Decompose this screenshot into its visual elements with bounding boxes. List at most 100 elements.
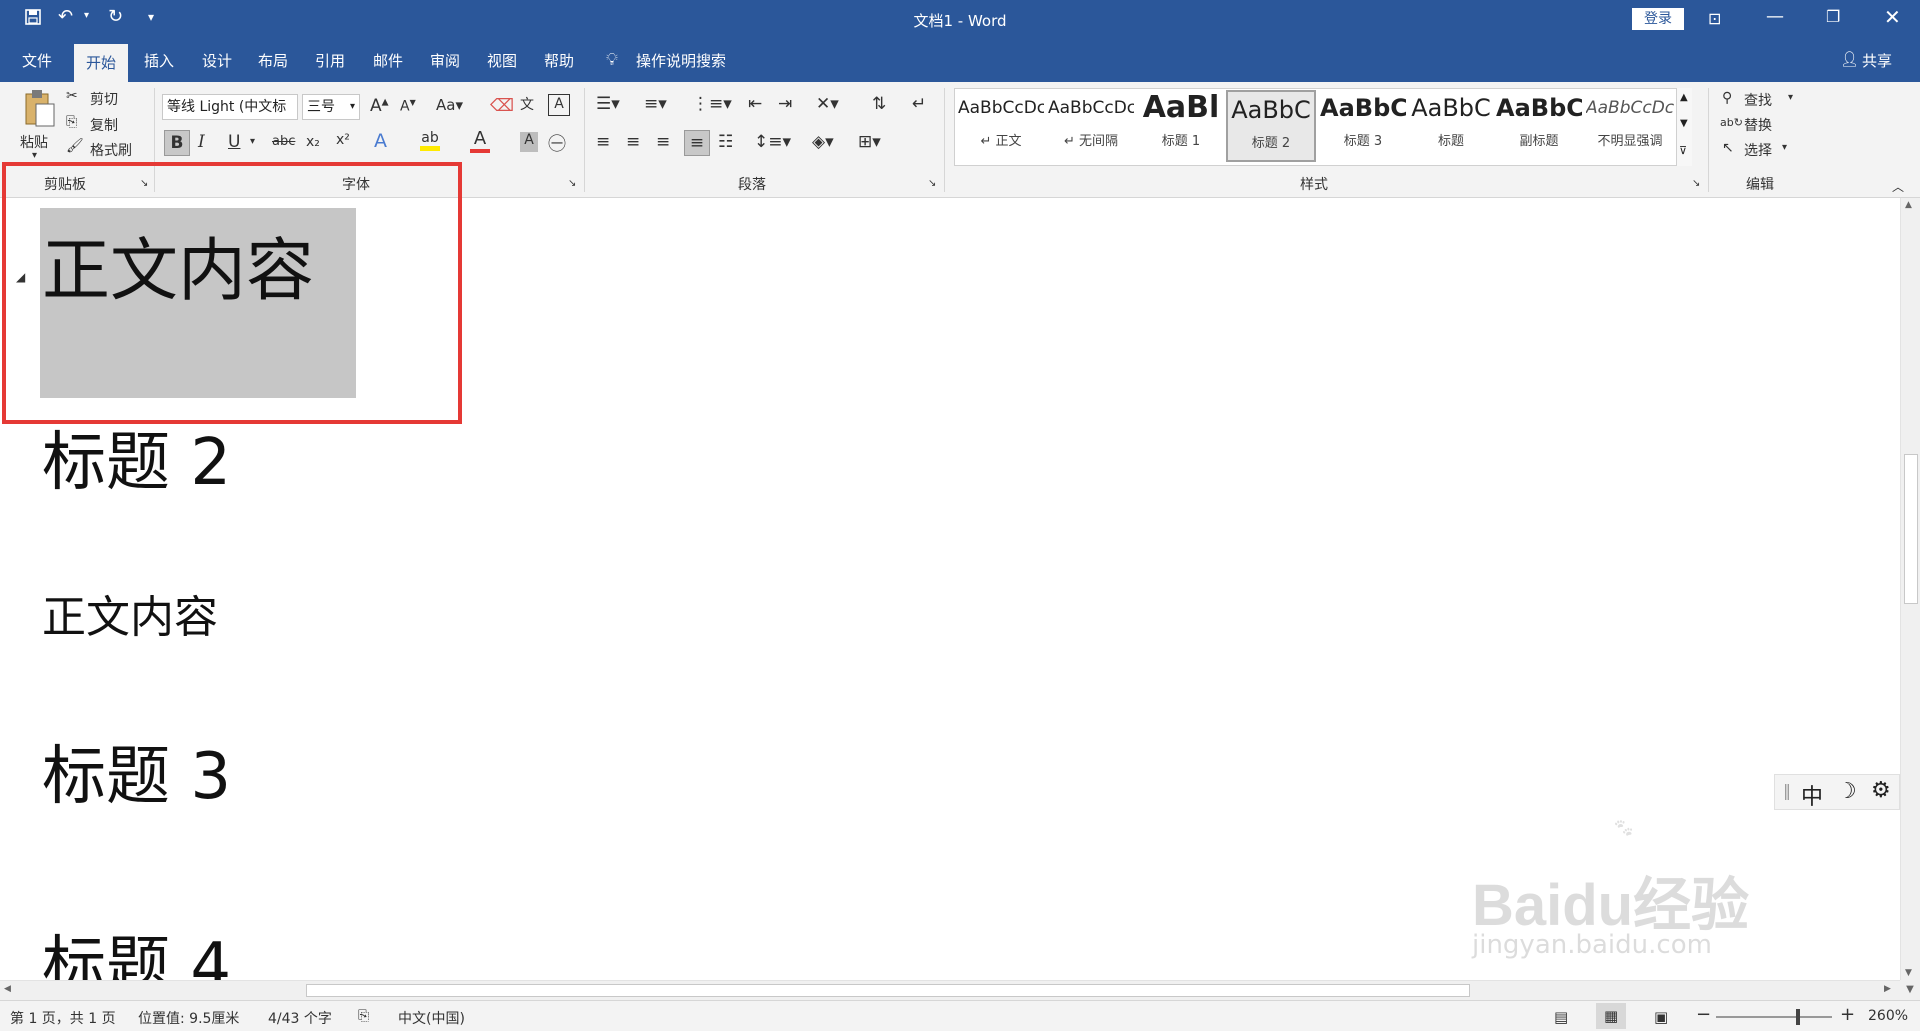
multilevel-list-icon[interactable]: ⋮≡▾ (692, 94, 732, 114)
paste-icon[interactable] (18, 88, 62, 132)
tab-references[interactable]: 引用 (315, 50, 345, 71)
find-button[interactable]: 查找 (1744, 90, 1772, 110)
scroll-end-icon[interactable]: ▼ (1900, 980, 1920, 1000)
zoom-slider-thumb[interactable] (1796, 1009, 1800, 1025)
find-dropdown-icon[interactable]: ▾ (1788, 92, 1793, 103)
document-paragraph[interactable]: 正文内容 (42, 232, 314, 312)
paragraph-dialog-launcher-icon[interactable]: ↘ (928, 178, 936, 189)
character-border-icon[interactable]: A (548, 94, 570, 116)
grow-font-icon[interactable]: A▲ (370, 96, 389, 116)
login-button[interactable]: 登录 (1632, 8, 1684, 30)
word-count[interactable]: 4/43 个字 (268, 1008, 332, 1028)
paste-dropdown-icon[interactable]: ▾ (32, 150, 37, 161)
style-heading-3[interactable]: AaBbC 标题 3 (1320, 90, 1406, 162)
web-layout-icon[interactable]: ▣ (1654, 1008, 1668, 1026)
shading-icon[interactable]: ◈▾ (812, 132, 834, 152)
paste-button[interactable]: 粘贴 (20, 132, 48, 152)
clear-formatting-icon[interactable]: ⌫ (490, 96, 514, 116)
underline-dropdown-icon[interactable]: ▾ (250, 136, 255, 147)
replace-icon[interactable]: ab↻ (1720, 116, 1743, 129)
print-layout-icon[interactable]: ▦ (1596, 1003, 1626, 1029)
share-icon[interactable]: 👤︎ (1840, 50, 1859, 68)
clipboard-dialog-launcher-icon[interactable]: ↘ (140, 178, 148, 189)
style-no-spacing[interactable]: AaBbCcDc ↵ 无间隔 (1048, 90, 1134, 162)
style-heading-2[interactable]: AaBbC 标题 2 (1226, 90, 1316, 162)
language-indicator[interactable]: 中文(中国) (398, 1008, 465, 1028)
superscript-icon[interactable]: x² (336, 132, 350, 148)
close-icon[interactable]: ✕ (1884, 5, 1901, 29)
text-effects-icon[interactable]: A (374, 130, 387, 152)
font-name-select[interactable]: 等线 Light (中文标 (162, 94, 298, 120)
phonetic-guide-icon[interactable]: 文 (520, 94, 534, 114)
horizontal-scrollbar[interactable]: ◀ ▶ (0, 980, 1900, 1000)
tab-home[interactable]: 开始 (74, 44, 129, 82)
bullets-icon[interactable]: ☰▾ (596, 94, 620, 114)
select-icon[interactable]: ↖ (1722, 140, 1734, 156)
scroll-up-icon[interactable]: ▲ (1680, 92, 1688, 103)
copy-button[interactable]: 复制 (90, 115, 118, 135)
scroll-down-icon[interactable]: ▼ (1905, 968, 1912, 978)
horizontal-scroll-thumb[interactable] (306, 984, 1470, 997)
page-count[interactable]: 第 1 页，共 1 页 (10, 1008, 116, 1028)
style-title[interactable]: AaBbC 标题 (1408, 90, 1494, 162)
collapse-heading-icon[interactable]: ◢ (16, 270, 25, 284)
align-left-icon[interactable]: ≡ (596, 132, 610, 152)
document-area[interactable]: ◢ 正文内容 标题 2 正文内容 标题 3 标题 4 ‖ 中 ☽ ⚙ 🐾︎ Ba… (0, 198, 1900, 980)
zoom-in-icon[interactable]: + (1840, 1004, 1855, 1025)
tab-design[interactable]: 设计 (202, 50, 232, 71)
replace-button[interactable]: 替换 (1744, 115, 1772, 135)
scroll-up-icon[interactable]: ▲ (1905, 200, 1912, 210)
document-paragraph[interactable]: 正文内容 (42, 590, 218, 646)
strikethrough-icon[interactable]: abc (272, 134, 295, 149)
gear-icon[interactable]: ⚙ (1871, 778, 1891, 803)
select-button[interactable]: 选择 (1744, 140, 1772, 160)
subscript-icon[interactable]: x₂ (306, 134, 320, 150)
style-heading-1[interactable]: AaBl 标题 1 (1138, 90, 1224, 162)
show-formatting-marks-icon[interactable]: ↵ (912, 94, 926, 114)
line-spacing-icon[interactable]: ↕≡▾ (754, 132, 791, 152)
format-painter-icon[interactable]: 🖌︎ (66, 138, 84, 154)
scroll-down-icon[interactable]: ▼ (1680, 118, 1688, 129)
read-mode-icon[interactable]: ▤ (1554, 1008, 1568, 1026)
format-painter-button[interactable]: 格式刷 (90, 140, 132, 160)
font-size-select[interactable]: 三号 ▾ (302, 94, 360, 120)
style-subtle-emphasis[interactable]: AaBbCcDc 不明显强调 (1586, 90, 1674, 162)
ime-grip-icon[interactable]: ‖ (1783, 781, 1791, 800)
borders-icon[interactable]: ⊞▾ (858, 132, 881, 152)
ribbon-display-options-icon[interactable]: ⊡ (1708, 9, 1721, 28)
tell-me-search[interactable]: 操作说明搜索 (636, 50, 726, 71)
find-icon[interactable]: ⚲ (1722, 90, 1732, 106)
enclose-characters-icon[interactable]: ㊀ (548, 130, 566, 156)
distributed-icon[interactable]: ☷ (718, 132, 733, 152)
vertical-scrollbar[interactable]: ▲ ▼ (1900, 198, 1920, 980)
collapse-ribbon-icon[interactable]: ︿ (1892, 178, 1904, 195)
tab-view[interactable]: 视图 (487, 50, 517, 71)
style-subtitle[interactable]: AaBbC 副标题 (1496, 90, 1582, 162)
moon-icon[interactable]: ☽ (1837, 779, 1857, 804)
tab-mailings[interactable]: 邮件 (373, 50, 403, 71)
justify-icon[interactable]: ≡ (684, 130, 710, 156)
font-color-icon[interactable]: A (470, 128, 490, 153)
character-shading-icon[interactable]: A (520, 132, 538, 152)
zoom-out-icon[interactable]: − (1696, 1004, 1711, 1025)
scroll-right-icon[interactable]: ▶ (1884, 984, 1891, 994)
align-right-icon[interactable]: ≡ (656, 132, 670, 152)
asian-layout-icon[interactable]: ✕▾ (816, 94, 839, 114)
tab-insert[interactable]: 插入 (144, 50, 174, 71)
proofing-icon[interactable]: ⎘ (358, 1008, 369, 1024)
zoom-level[interactable]: 260% (1868, 1008, 1908, 1024)
vertical-scroll-thumb[interactable] (1904, 454, 1918, 604)
tab-review[interactable]: 审阅 (430, 50, 460, 71)
underline-icon[interactable]: U (228, 132, 240, 152)
select-dropdown-icon[interactable]: ▾ (1782, 142, 1787, 153)
cut-icon[interactable]: ✂ (66, 88, 78, 104)
copy-icon[interactable]: ⎘ (66, 114, 77, 130)
italic-icon[interactable]: I (198, 132, 205, 152)
tab-help[interactable]: 帮助 (544, 50, 574, 71)
document-paragraph[interactable]: 标题 2 (42, 424, 231, 502)
styles-dialog-launcher-icon[interactable]: ↘ (1692, 178, 1700, 189)
cut-button[interactable]: 剪切 (90, 89, 118, 109)
tab-layout[interactable]: 布局 (258, 50, 288, 71)
vertical-position[interactable]: 位置值: 9.5厘米 (138, 1008, 239, 1028)
sort-icon[interactable]: ⇅ (872, 94, 886, 114)
